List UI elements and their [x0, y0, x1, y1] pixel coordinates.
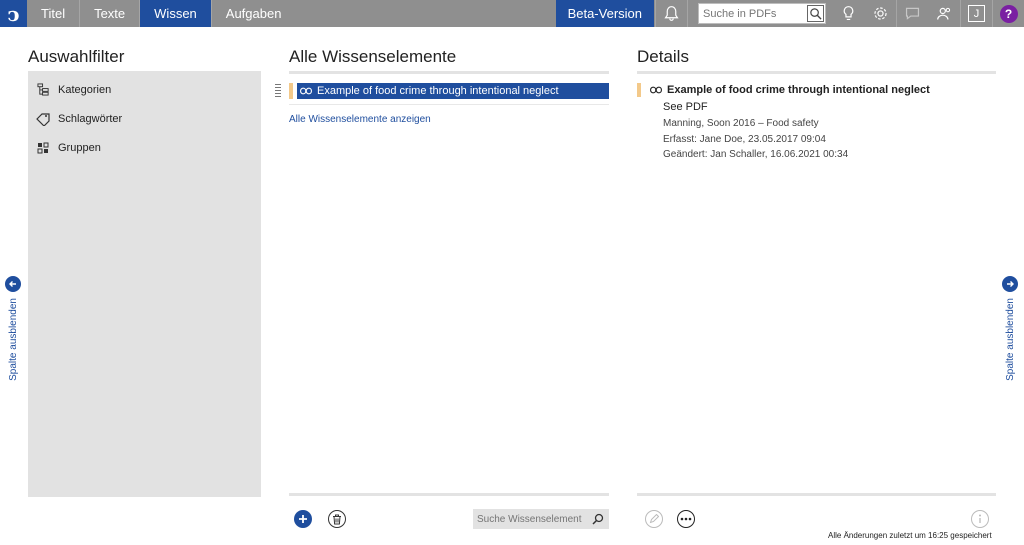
- info-button[interactable]: [971, 510, 989, 528]
- plus-icon: [299, 515, 307, 523]
- tab-texte[interactable]: Texte: [80, 0, 141, 27]
- pdf-search-icon: [810, 8, 822, 20]
- hide-right-column-toggle[interactable]: Spalte ausblenden: [1002, 276, 1018, 381]
- color-marker: [637, 83, 641, 97]
- detail-item-title: Example of food crime through intentiona…: [667, 84, 930, 96]
- info-icon: [979, 514, 981, 523]
- save-status: Alle Änderungen zuletzt um 16:25 gespeic…: [828, 531, 992, 540]
- add-element-button[interactable]: [294, 510, 312, 528]
- element-search-field[interactable]: [473, 509, 609, 529]
- pencil-icon: [649, 514, 659, 524]
- filter-item-label: Schlagwörter: [58, 112, 123, 125]
- link-icon: [300, 87, 312, 95]
- filter-item-label: Gruppen: [58, 141, 101, 154]
- detail-source-link[interactable]: Manning, Soon 2016 – Food safety: [663, 118, 819, 129]
- show-all-elements-link[interactable]: Alle Wissenselemente anzeigen: [289, 114, 431, 125]
- bell-button[interactable]: [655, 0, 687, 27]
- bottom-divider: [637, 493, 996, 496]
- tab-aufgaben[interactable]: Aufgaben: [212, 0, 296, 27]
- filter-item-label: Kategorien: [58, 83, 112, 96]
- detail-content: See PDF: [663, 101, 708, 113]
- categories-icon: [36, 83, 50, 97]
- settings-button[interactable]: [864, 0, 896, 27]
- beta-version-button[interactable]: Beta-Version: [555, 0, 654, 27]
- column-divider: [637, 71, 996, 74]
- detail-modified: Geändert: Jan Schaller, 16.06.2021 00:34: [663, 149, 849, 160]
- bell-icon: [664, 6, 679, 21]
- users-icon: [936, 7, 950, 20]
- more-options-button[interactable]: [677, 510, 695, 528]
- row-divider: [289, 104, 609, 105]
- bottom-divider: [289, 493, 609, 496]
- search-icon[interactable]: [592, 513, 604, 525]
- top-bar: ͻ Titel Texte Wissen Aufgaben Beta-Versi…: [0, 0, 1024, 27]
- filter-column-title: Auswahlfilter: [28, 47, 125, 66]
- knowledge-element-item[interactable]: Example of food crime through intentiona…: [297, 83, 609, 99]
- app-window: ͻ Titel Texte Wissen Aufgaben Beta-Versi…: [0, 0, 1024, 545]
- chat-button[interactable]: [896, 0, 928, 27]
- arrow-left-icon: [5, 276, 21, 292]
- delete-element-button[interactable]: [328, 510, 346, 528]
- elements-column-title: Alle Wissenselemente: [289, 47, 457, 66]
- element-search-input[interactable]: [477, 513, 587, 525]
- details-column-title: Details: [637, 47, 689, 66]
- j-button[interactable]: J: [960, 0, 992, 27]
- more-icon: [680, 517, 692, 521]
- hide-column-label: Spalte ausblenden: [1004, 298, 1016, 381]
- pdf-search-button[interactable]: [807, 5, 824, 22]
- hide-column-label: Spalte ausblenden: [7, 298, 19, 381]
- arrow-right-icon: [1002, 276, 1018, 292]
- tag-icon: [36, 112, 50, 126]
- edit-button[interactable]: [645, 510, 663, 528]
- drag-handle-icon[interactable]: [275, 84, 281, 98]
- tab-wissen[interactable]: Wissen: [140, 0, 212, 27]
- users-button[interactable]: [928, 0, 960, 27]
- help-icon: ?: [999, 4, 1018, 23]
- lightbulb-icon: [843, 6, 853, 21]
- pdf-search-input[interactable]: [703, 7, 803, 20]
- chat-icon: [905, 7, 920, 20]
- app-logo[interactable]: ͻ: [0, 0, 27, 27]
- filter-item-gruppen[interactable]: Gruppen: [28, 133, 261, 162]
- trash-icon: [333, 514, 341, 524]
- column-divider: [289, 71, 609, 74]
- pdf-search-field[interactable]: [698, 3, 826, 24]
- detail-created: Erfasst: Jane Doe, 23.05.2017 09:04: [663, 134, 826, 145]
- filter-panel: Kategorien Schlagwörter Gruppen: [28, 71, 261, 497]
- gear-icon: [873, 7, 887, 20]
- lightbulb-button[interactable]: [832, 0, 864, 27]
- filter-item-kategorien[interactable]: Kategorien: [28, 75, 261, 104]
- detail-header: Example of food crime through intentiona…: [637, 83, 930, 97]
- filter-item-schlagwoerter[interactable]: Schlagwörter: [28, 104, 261, 133]
- color-marker: [289, 83, 293, 99]
- link-icon: [650, 86, 662, 94]
- help-button[interactable]: ?: [992, 0, 1024, 27]
- tab-titel[interactable]: Titel: [27, 0, 81, 27]
- knowledge-element-label: Example of food crime through intentiona…: [317, 85, 559, 97]
- hide-left-column-toggle[interactable]: Spalte ausblenden: [5, 276, 21, 381]
- groups-icon: [36, 141, 50, 155]
- j-icon: J: [968, 5, 985, 22]
- list-item[interactable]: Example of food crime through intentiona…: [275, 83, 609, 99]
